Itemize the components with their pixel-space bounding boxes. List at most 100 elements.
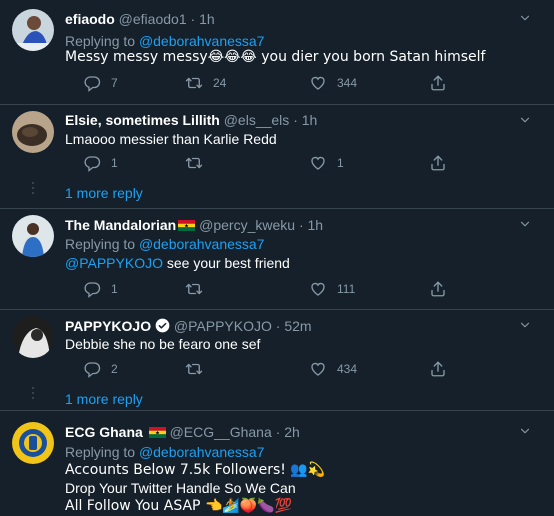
reply-icon bbox=[83, 154, 101, 172]
user-handle[interactable]: @els__els bbox=[224, 112, 290, 128]
like-button[interactable]: 1 bbox=[309, 153, 344, 173]
replying-mention[interactable]: @deborahvanessa7 bbox=[139, 236, 265, 252]
timestamp[interactable]: 1h bbox=[308, 217, 324, 233]
replying-prefix: Replying to bbox=[65, 236, 136, 252]
tweet-text: Lmaooo messier than Karlie Redd bbox=[65, 131, 277, 147]
tweet-actions: 2 434 bbox=[65, 359, 505, 379]
share-icon bbox=[429, 280, 447, 298]
like-icon bbox=[309, 280, 327, 298]
display-name[interactable]: ECG Ghana bbox=[65, 424, 143, 440]
tweet-ecg-ghana[interactable]: ECG Ghana @ECG__Ghana · 2h Replying to @… bbox=[0, 410, 554, 516]
display-name[interactable]: The Mandalorian bbox=[65, 217, 176, 233]
ghana-flag-icon bbox=[178, 220, 196, 231]
reply-count: 1 bbox=[111, 282, 118, 296]
tweet-actions: 1 1 bbox=[65, 153, 505, 173]
user-handle[interactable]: @PAPPYKOJO bbox=[174, 318, 272, 334]
share-icon bbox=[429, 360, 447, 378]
separator: · bbox=[275, 318, 281, 334]
user-handle[interactable]: @ECG__Ghana bbox=[170, 424, 272, 440]
timestamp[interactable]: 1h bbox=[302, 112, 318, 128]
more-replies-link[interactable]: 1 more reply bbox=[65, 391, 143, 407]
user-handle[interactable]: @efiaodo1 bbox=[119, 11, 187, 27]
verified-icon bbox=[155, 318, 170, 333]
replying-mention[interactable]: @deborahvanessa7 bbox=[139, 33, 265, 49]
reply-button[interactable]: 2 bbox=[83, 359, 118, 379]
chevron-down-icon[interactable] bbox=[518, 318, 532, 332]
reply-button[interactable]: 7 bbox=[83, 73, 118, 93]
tweet-text: Messy messy messy😂😂😂 you dier you born S… bbox=[65, 49, 486, 65]
replying-to: Replying to @deborahvanessa7 bbox=[65, 235, 264, 253]
display-name[interactable]: Elsie, sometimes Lillith bbox=[65, 112, 220, 128]
like-icon bbox=[309, 154, 327, 172]
tweet-pappykojo[interactable]: PAPPYKOJO @PAPPYKOJO · 52m Debbie she no… bbox=[0, 309, 554, 410]
reply-button[interactable]: 1 bbox=[83, 153, 118, 173]
separator: · bbox=[190, 11, 196, 27]
timestamp[interactable]: 1h bbox=[199, 11, 215, 27]
retweet-button[interactable] bbox=[185, 359, 203, 379]
like-button[interactable]: 344 bbox=[309, 73, 357, 93]
tweet-mandalorian[interactable]: The Mandalorian @percy_kweku · 1h Replyi… bbox=[0, 208, 554, 309]
display-name[interactable]: efiaodo bbox=[65, 11, 115, 27]
share-icon bbox=[429, 74, 447, 92]
retweet-icon bbox=[185, 280, 203, 298]
tweet-mention[interactable]: @PAPPYKOJO bbox=[65, 255, 163, 271]
like-icon bbox=[309, 74, 327, 92]
tweet-text: Debbie she no be fearo one sef bbox=[65, 336, 261, 352]
like-count: 111 bbox=[337, 282, 356, 296]
avatar[interactable] bbox=[12, 9, 54, 51]
separator: · bbox=[293, 112, 298, 128]
tweet-actions: 1 111 bbox=[65, 279, 505, 299]
thread-dots bbox=[32, 387, 34, 402]
like-count: 434 bbox=[337, 362, 358, 376]
like-button[interactable]: 111 bbox=[309, 279, 355, 299]
display-name[interactable]: PAPPYKOJO bbox=[65, 318, 151, 334]
chevron-down-icon[interactable] bbox=[518, 217, 532, 231]
reply-icon bbox=[83, 74, 101, 92]
reply-count: 1 bbox=[111, 156, 118, 170]
retweet-count: 24 bbox=[213, 76, 227, 90]
replying-prefix: Replying to bbox=[65, 444, 136, 460]
tweet-elsie[interactable]: Elsie, sometimes Lillith @els__els · 1h … bbox=[0, 104, 554, 208]
tweet-text-line: All Follow You ASAP 👈🏄🍑🍆💯 bbox=[65, 498, 293, 514]
separator: · bbox=[275, 424, 281, 440]
chevron-down-icon[interactable] bbox=[518, 113, 532, 127]
retweet-icon bbox=[185, 74, 203, 92]
thread-dots bbox=[32, 182, 34, 197]
chevron-down-icon[interactable] bbox=[518, 424, 532, 438]
retweet-button[interactable] bbox=[185, 279, 203, 299]
retweet-button[interactable] bbox=[185, 153, 203, 173]
timestamp[interactable]: 52m bbox=[284, 318, 311, 334]
retweet-button[interactable]: 24 bbox=[185, 73, 226, 93]
tweet-actions: 7 24 344 bbox=[65, 73, 505, 93]
separator: · bbox=[298, 217, 304, 233]
reply-count: 7 bbox=[111, 76, 118, 90]
avatar[interactable] bbox=[12, 316, 54, 358]
share-button[interactable] bbox=[429, 73, 447, 93]
replying-prefix: Replying to bbox=[65, 33, 136, 49]
share-button[interactable] bbox=[429, 359, 447, 379]
timestamp[interactable]: 2h bbox=[284, 424, 300, 440]
more-replies-link[interactable]: 1 more reply bbox=[65, 185, 143, 201]
chevron-down-icon[interactable] bbox=[518, 11, 532, 25]
share-button[interactable] bbox=[429, 153, 447, 173]
reply-icon bbox=[83, 360, 101, 378]
avatar[interactable] bbox=[12, 111, 54, 153]
ghana-flag-icon bbox=[148, 427, 166, 438]
reply-button[interactable]: 1 bbox=[83, 279, 118, 299]
tweet-text-body: see your best friend bbox=[162, 255, 290, 271]
like-button[interactable]: 434 bbox=[309, 359, 357, 379]
tweet-efiaodo[interactable]: efiaodo @efiaodo1 · 1h Replying to @debo… bbox=[0, 0, 554, 104]
retweet-icon bbox=[185, 360, 203, 378]
avatar[interactable] bbox=[12, 215, 54, 257]
like-count: 1 bbox=[337, 156, 344, 170]
share-button[interactable] bbox=[429, 279, 447, 299]
tweet-text-line: Accounts Below 7.5k Followers! 👥💫 bbox=[65, 462, 326, 478]
retweet-icon bbox=[185, 154, 203, 172]
avatar[interactable] bbox=[12, 422, 54, 464]
like-icon bbox=[309, 360, 327, 378]
reply-icon bbox=[83, 280, 101, 298]
user-handle[interactable]: @percy_kweku bbox=[199, 217, 295, 233]
share-icon bbox=[429, 154, 447, 172]
replying-to: Replying to @deborahvanessa7 bbox=[65, 443, 264, 461]
replying-mention[interactable]: @deborahvanessa7 bbox=[139, 444, 265, 460]
